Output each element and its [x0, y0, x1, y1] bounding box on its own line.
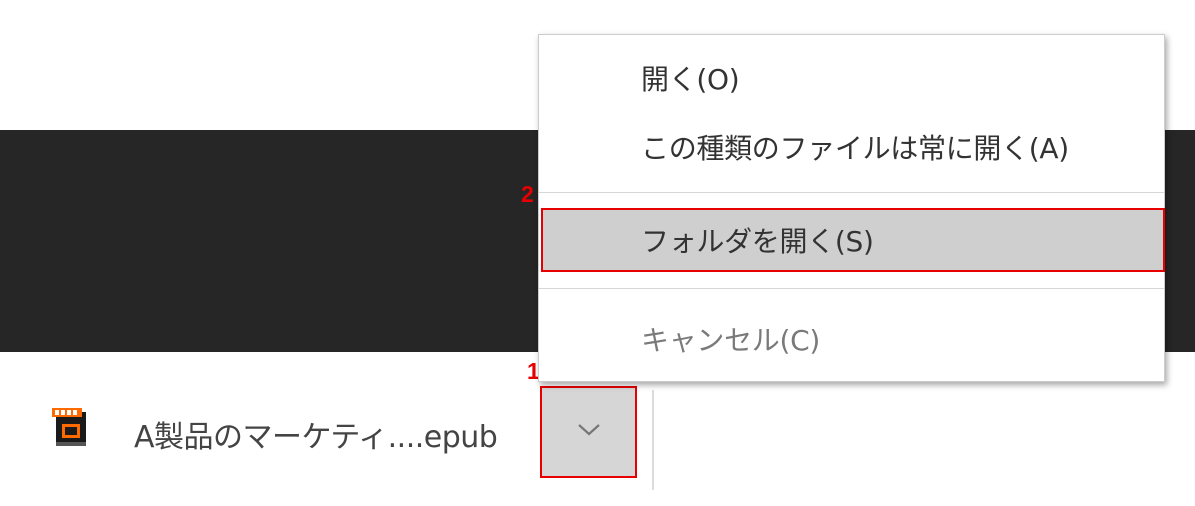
download-filename[interactable]: A製品のマーケティ....epub	[134, 412, 498, 456]
menu-item-always-open[interactable]: この種類のファイルは常に開く(A)	[539, 119, 1164, 179]
menu-item-open[interactable]: 開く(O)	[539, 50, 1164, 110]
download-options-button[interactable]	[540, 386, 637, 478]
context-menu: 開く(O) この種類のファイルは常に開く(A) フォルダを開く(S) キャンセル…	[538, 34, 1165, 382]
epub-file-icon	[52, 406, 94, 448]
menu-item-open-folder[interactable]: フォルダを開く(S)	[541, 208, 1165, 272]
chevron-down-icon	[576, 422, 602, 442]
divider	[652, 390, 654, 490]
callout-2: 2	[521, 181, 534, 207]
menu-separator	[539, 288, 1164, 289]
menu-item-cancel[interactable]: キャンセル(C)	[539, 311, 1164, 371]
menu-separator	[539, 192, 1164, 193]
